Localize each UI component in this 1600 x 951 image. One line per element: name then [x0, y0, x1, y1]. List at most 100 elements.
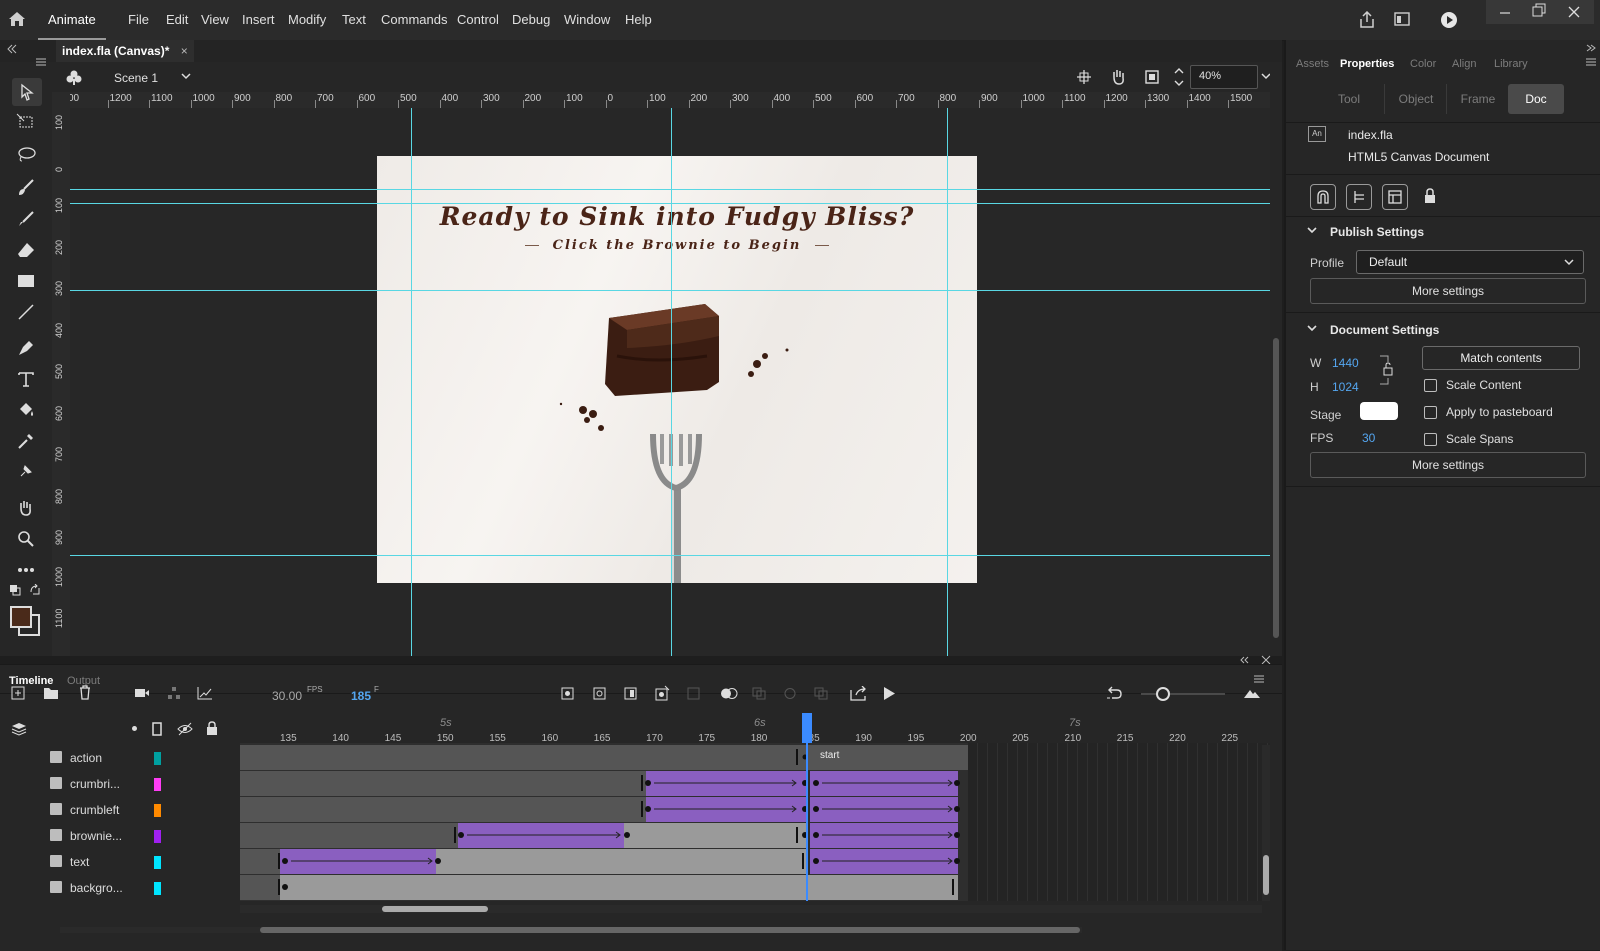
layer-row-crumbright[interactable]: crumbri...	[0, 771, 240, 797]
tab-library[interactable]: Library	[1494, 58, 1528, 70]
tab-color[interactable]: Color	[1410, 58, 1436, 70]
menu-file[interactable]: File	[128, 12, 149, 27]
subtab-tool[interactable]: Tool	[1314, 84, 1384, 114]
menu-control[interactable]: Control	[457, 12, 499, 27]
doc-more-settings-button[interactable]: More settings	[1310, 452, 1586, 478]
playhead-line[interactable]	[806, 743, 808, 901]
tab-assets[interactable]: Assets	[1296, 58, 1329, 70]
timeline-divider[interactable]	[0, 655, 1282, 665]
timeline-hscroll-thumb[interactable]	[382, 906, 488, 912]
zoom-tool-icon[interactable]	[14, 527, 38, 551]
layer-color-swatch[interactable]	[154, 882, 161, 895]
layer-row-action[interactable]: action	[0, 745, 240, 771]
clip-content-icon[interactable]	[1144, 69, 1160, 85]
minimize-button[interactable]	[1486, 0, 1524, 24]
highlight-dot-icon[interactable]	[132, 726, 137, 731]
width-value[interactable]: 1440	[1332, 356, 1359, 370]
guide-horizontal[interactable]	[70, 203, 1282, 204]
layer-name[interactable]: crumbri...	[70, 777, 120, 791]
menu-commands[interactable]: Commands	[381, 12, 447, 27]
guide-horizontal[interactable]	[70, 555, 1282, 556]
layer-color-swatch[interactable]	[154, 856, 161, 869]
stage[interactable]: Ready to Sink into Fudgy Bliss? Click th…	[377, 156, 977, 583]
snap-icon[interactable]	[1076, 69, 1092, 85]
line-tool-icon[interactable]	[14, 300, 38, 324]
current-frame-display[interactable]: 185	[351, 689, 371, 703]
paint-bucket-icon[interactable]	[14, 398, 38, 422]
brownie-fork-image[interactable]	[557, 286, 797, 583]
frame-guide-icon[interactable]	[1382, 184, 1408, 210]
lasso-tool-icon[interactable]	[14, 142, 38, 166]
tab-properties[interactable]: Properties	[1340, 58, 1394, 70]
selection-tool-icon[interactable]	[12, 78, 42, 106]
onion-skin-icon[interactable]	[720, 687, 738, 700]
free-transform-icon[interactable]	[14, 110, 38, 134]
layer-name[interactable]: backgro...	[70, 881, 123, 895]
edit-multiple-frames-icon[interactable]	[752, 687, 766, 700]
convert-keyframe-icon[interactable]	[655, 685, 671, 701]
layer-name[interactable]: brownie...	[70, 829, 122, 843]
paint-brush-icon[interactable]	[14, 176, 38, 200]
fps-value[interactable]: 30	[1362, 431, 1375, 445]
stage-scroll-thumb[interactable]	[1273, 338, 1279, 638]
camera-icon[interactable]	[134, 687, 150, 699]
layer-row-text[interactable]: text	[0, 849, 240, 875]
stage-hscroll-thumb[interactable]	[260, 927, 1080, 933]
text-tool-icon[interactable]	[14, 367, 38, 391]
play-icon[interactable]	[882, 686, 896, 701]
timeline-vertical-scrollbar[interactable]	[1262, 745, 1270, 901]
swap-colors-icon[interactable]	[29, 584, 41, 596]
magnet-icon[interactable]	[1310, 184, 1336, 210]
restore-button[interactable]	[1524, 0, 1554, 24]
workspace-icon[interactable]	[1394, 12, 1410, 26]
eraser-tool-icon[interactable]	[14, 238, 38, 262]
brush-tool-icon[interactable]	[14, 207, 38, 231]
layer-row-background[interactable]: backgro...	[0, 875, 240, 901]
scale-content-checkbox[interactable]	[1424, 379, 1437, 392]
more-tools-icon[interactable]	[14, 558, 38, 582]
frame-zoom-thumb[interactable]	[1156, 687, 1170, 701]
insert-frame-icon[interactable]	[624, 687, 637, 700]
insert-blank-keyframe-icon[interactable]	[593, 687, 606, 700]
guide-vertical[interactable]	[671, 108, 672, 656]
close-tab-icon[interactable]: ×	[181, 44, 188, 58]
guide-vertical[interactable]	[947, 108, 948, 656]
guide-vertical[interactable]	[411, 108, 412, 656]
insert-keyframe-icon[interactable]	[561, 687, 574, 700]
graph-icon[interactable]	[197, 686, 213, 700]
layer-row-crumbleft[interactable]: crumbleft	[0, 797, 240, 823]
center-frame-icon[interactable]	[783, 687, 797, 700]
tab-align[interactable]: Align	[1452, 58, 1476, 70]
zoom-stepper-icon[interactable]	[1173, 65, 1185, 89]
menu-edit[interactable]: Edit	[166, 12, 188, 27]
guide-horizontal[interactable]	[70, 290, 1282, 291]
clear-keyframe-icon[interactable]	[687, 687, 701, 700]
export-icon[interactable]	[850, 686, 868, 701]
menu-view[interactable]: View	[201, 12, 229, 27]
default-colors-icon[interactable]	[9, 584, 21, 596]
eyedropper-icon[interactable]	[14, 429, 38, 453]
height-value[interactable]: 1024	[1332, 380, 1359, 394]
document-settings-title[interactable]: Document Settings	[1330, 323, 1439, 337]
hand-tool-icon[interactable]	[14, 496, 38, 520]
rectangle-tool-icon[interactable]	[14, 269, 38, 293]
collapse-toolbar-icon[interactable]	[6, 44, 18, 54]
timeline-menu-icon[interactable]	[1254, 675, 1264, 683]
menu-text[interactable]: Text	[342, 12, 366, 27]
close-window-button[interactable]	[1554, 0, 1594, 24]
layer-name[interactable]: crumbleft	[70, 803, 119, 817]
zoom-input[interactable]: 40%	[1190, 65, 1258, 89]
layer-color-swatch[interactable]	[154, 830, 161, 843]
layer-row-brownie[interactable]: brownie...	[0, 823, 240, 849]
timeline-horizontal-scrollbar[interactable]	[240, 905, 1262, 913]
layer-color-swatch[interactable]	[154, 752, 161, 765]
playhead-handle[interactable]	[802, 713, 812, 743]
layer-name[interactable]: action	[70, 751, 102, 765]
frame-zoom-slider[interactable]	[1141, 693, 1225, 695]
layer-color-swatch[interactable]	[154, 804, 161, 817]
link-dimensions-icon[interactable]	[1378, 354, 1394, 386]
panel-menu-icon[interactable]	[1586, 58, 1596, 66]
menu-help[interactable]: Help	[625, 12, 652, 27]
stage-horizontal-scrollbar[interactable]	[60, 927, 1082, 933]
match-contents-button[interactable]: Match contents	[1422, 346, 1580, 370]
